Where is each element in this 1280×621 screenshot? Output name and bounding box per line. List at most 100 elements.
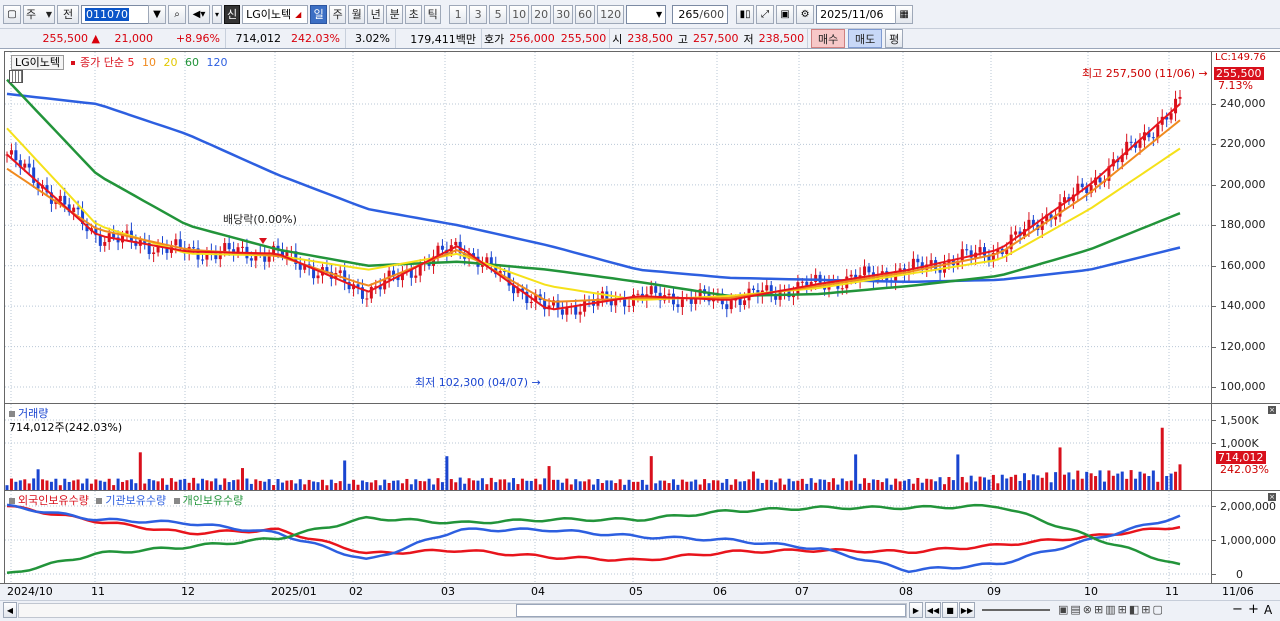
window-menu-icon[interactable]: ▢ bbox=[3, 4, 21, 24]
price-chart[interactable] bbox=[5, 52, 1212, 404]
interval-10[interactable]: 10 bbox=[509, 4, 530, 24]
candle-body bbox=[1178, 96, 1182, 99]
date-input[interactable]: 2025/11/06 bbox=[816, 4, 897, 24]
candle-body bbox=[343, 270, 347, 283]
stock-name-field[interactable]: LG이노텍 ◢ bbox=[242, 4, 309, 24]
period-tab-second[interactable]: 초 bbox=[405, 4, 423, 24]
volume-bar bbox=[587, 479, 591, 490]
volume-pane[interactable]: 거래량 714,012주(242.03%) bbox=[4, 403, 1212, 491]
interval-120[interactable]: 120 bbox=[597, 4, 625, 24]
period-tab-week[interactable]: 주 bbox=[329, 4, 347, 24]
period-tab-month[interactable]: 월 bbox=[348, 4, 366, 24]
volume-bar bbox=[707, 483, 711, 490]
volume-bar bbox=[960, 476, 964, 490]
volume-bar bbox=[920, 482, 924, 490]
toolbar-icons[interactable]: ▣▤⊗⊞▥⊞◧⊞▢ bbox=[1058, 603, 1165, 616]
volume-bar bbox=[134, 483, 138, 490]
stock-code-input[interactable]: 011070 bbox=[81, 4, 149, 24]
volume-bar bbox=[1094, 476, 1098, 490]
volume-bar bbox=[574, 479, 578, 490]
legend-ma10: 10 bbox=[142, 56, 156, 69]
period-tab-tick[interactable]: 틱 bbox=[424, 4, 442, 24]
font-size-icon[interactable]: A bbox=[1264, 603, 1272, 617]
zoom-in-icon[interactable]: + bbox=[1248, 602, 1259, 617]
stop-icon[interactable]: ■ bbox=[942, 602, 958, 618]
volume-bar bbox=[85, 478, 89, 490]
volume-bar bbox=[1098, 470, 1102, 490]
volume-bar bbox=[765, 479, 769, 490]
zoom-slider[interactable] bbox=[982, 609, 1050, 611]
candle-body bbox=[694, 298, 698, 304]
interval-5[interactable]: 5 bbox=[489, 4, 508, 24]
period-tab-day[interactable]: 일 bbox=[310, 4, 328, 24]
volume-bar bbox=[445, 456, 449, 490]
candle-body bbox=[192, 247, 196, 249]
volume-bar bbox=[320, 479, 324, 490]
interval-20[interactable]: 20 bbox=[531, 4, 552, 24]
scroll-track[interactable] bbox=[18, 603, 907, 618]
buy-button[interactable]: 매수 bbox=[811, 29, 846, 48]
toolbar: ▢ 주 ▼ 전 011070 ▼ ⌕ ◀▾ ▾ 신 LG이노텍 ◢ 일 주 월 년 … bbox=[0, 0, 1280, 29]
volume-chart[interactable] bbox=[5, 404, 1212, 491]
prev-button[interactable]: 전 bbox=[57, 4, 79, 24]
volume-bar bbox=[863, 478, 867, 490]
volume-bar bbox=[694, 479, 698, 490]
interval-60[interactable]: 60 bbox=[575, 4, 596, 24]
volume-bar bbox=[449, 479, 453, 490]
volume-bar bbox=[41, 479, 45, 490]
legend-marker bbox=[173, 498, 180, 504]
interval-custom-select[interactable]: ▼ bbox=[626, 4, 667, 24]
holding-pane[interactable]: 외국인보유수량 기관보유수량 개인보유수량 bbox=[4, 490, 1212, 584]
gear-icon[interactable]: ⚙ bbox=[796, 4, 815, 24]
volume-bar bbox=[756, 478, 760, 490]
candle-body bbox=[316, 275, 320, 279]
price-pane[interactable]: LG이노텍 종가 단순 5 10 20 60 120 최고 257,500 (1… bbox=[4, 51, 1212, 404]
volume-bar bbox=[800, 478, 804, 490]
interval-3[interactable]: 3 bbox=[469, 4, 488, 24]
candle-type-icon[interactable]: ▮▯ bbox=[736, 4, 755, 24]
search-icon[interactable]: ⌕ bbox=[168, 4, 186, 24]
current-price: 255,500 ▲ bbox=[42, 32, 100, 45]
legend-stock-name[interactable]: LG이노텍 bbox=[11, 55, 65, 70]
scroll-thumb[interactable] bbox=[516, 604, 906, 617]
volume-bar bbox=[814, 482, 818, 490]
speaker-icon[interactable]: ◀▾ bbox=[188, 4, 210, 24]
count-input[interactable]: 265/600 bbox=[672, 4, 729, 24]
volume-bar bbox=[1014, 474, 1018, 490]
calendar-icon[interactable]: ▦ bbox=[895, 4, 914, 24]
interval-1[interactable]: 1 bbox=[449, 4, 468, 24]
save-icon[interactable]: ▣ bbox=[776, 4, 795, 24]
volume-bar bbox=[14, 481, 18, 490]
date-label: 10 bbox=[1084, 585, 1098, 598]
pane-close-icon[interactable]: × bbox=[1268, 406, 1276, 414]
volume-bar bbox=[1111, 475, 1115, 490]
code-dropdown-icon[interactable]: ▼ bbox=[148, 4, 166, 24]
candle-body bbox=[649, 286, 653, 295]
volume-bar bbox=[476, 480, 480, 490]
sell-button[interactable]: 매도 bbox=[848, 29, 883, 48]
volume-bar bbox=[1022, 473, 1026, 490]
interval-30[interactable]: 30 bbox=[553, 4, 574, 24]
even-button[interactable]: 평 bbox=[885, 29, 904, 48]
volume-bar bbox=[1147, 476, 1151, 490]
pin-icon[interactable]: ▾ bbox=[212, 4, 222, 24]
volume-bar bbox=[894, 478, 898, 490]
date-label: 06 bbox=[713, 585, 727, 598]
grid-toggle-icon[interactable] bbox=[9, 70, 23, 83]
period-tab-minute[interactable]: 분 bbox=[386, 4, 404, 24]
period-type-button[interactable]: 주 ▼ bbox=[23, 4, 55, 24]
price-change-pct: +8.96% bbox=[158, 29, 226, 48]
volume-bar bbox=[49, 481, 53, 490]
date-label: 09 bbox=[987, 585, 1001, 598]
scroll-right-icon[interactable]: ▶ bbox=[909, 602, 923, 618]
volume-bar bbox=[903, 480, 907, 490]
legend-ma5: 5 bbox=[127, 56, 135, 69]
rewind-icon[interactable]: ◀◀ bbox=[925, 602, 941, 618]
scroll-left-icon[interactable]: ◀ bbox=[3, 602, 17, 618]
play-icon[interactable]: ▶▶ bbox=[959, 602, 975, 618]
volume-bar bbox=[138, 452, 142, 490]
volume-bar bbox=[1000, 474, 1004, 490]
draw-tool-icon[interactable]: ⤢ bbox=[756, 4, 775, 24]
period-tab-year[interactable]: 년 bbox=[367, 4, 385, 24]
zoom-out-icon[interactable]: − bbox=[1232, 602, 1243, 617]
